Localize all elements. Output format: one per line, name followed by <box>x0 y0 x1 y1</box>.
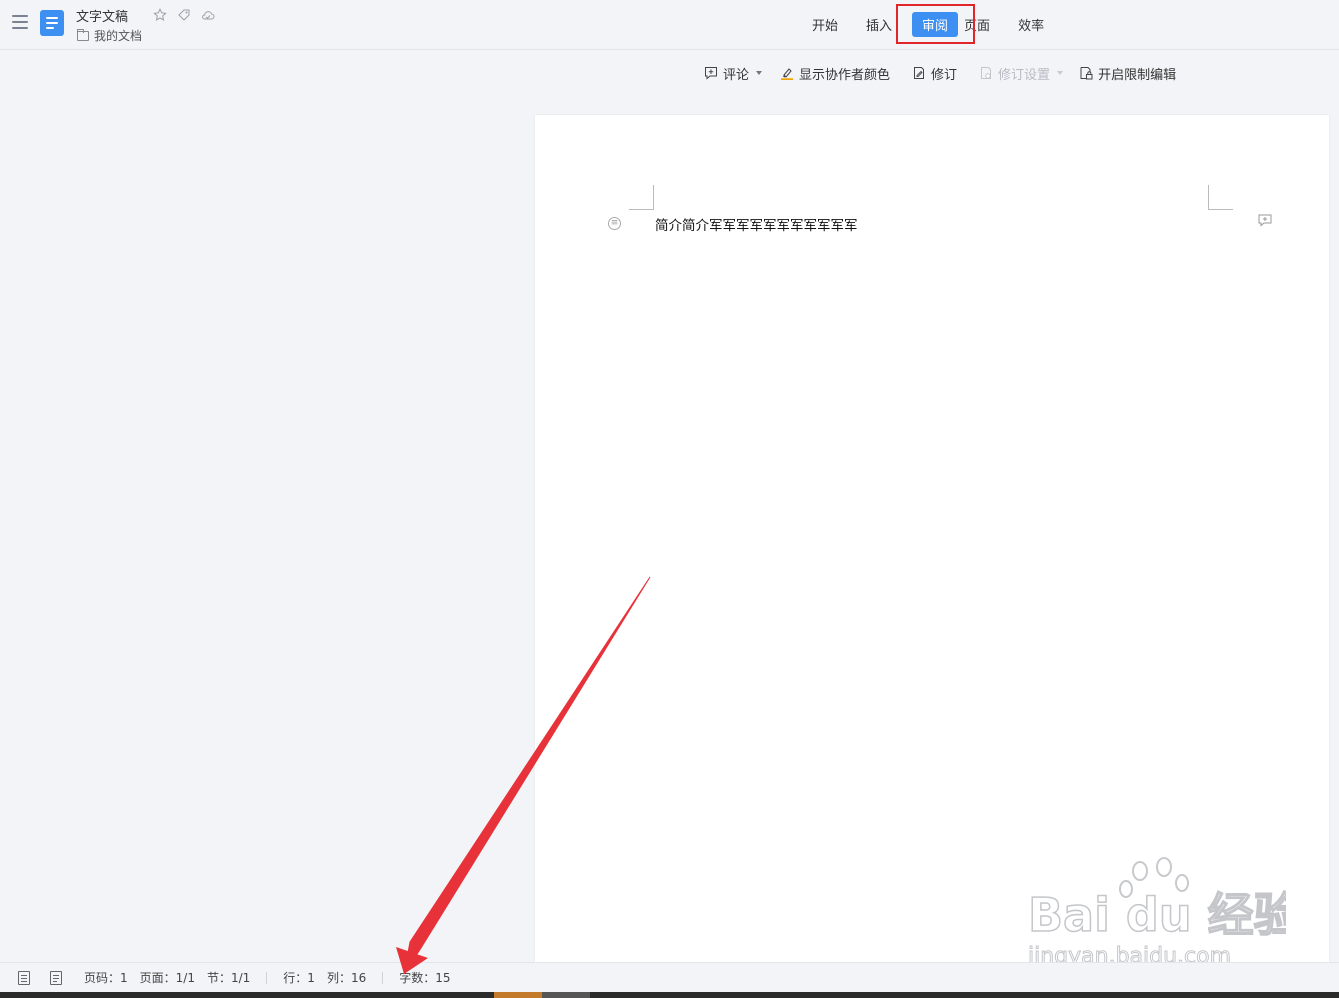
paragraph-handle-icon[interactable]: ≡ <box>608 217 621 230</box>
folder-breadcrumb[interactable]: 我的文档 <box>77 27 142 44</box>
status-page-count: 页面：1/1 <box>139 971 195 985</box>
document-title[interactable]: 文字文稿 <box>76 6 128 25</box>
document-app-icon <box>40 10 64 36</box>
star-icon[interactable] <box>153 8 167 22</box>
lock-document-icon <box>1079 66 1093 80</box>
restrict-editing-label: 开启限制编辑 <box>1098 67 1177 83</box>
chevron-down-icon <box>1057 71 1064 75</box>
revise-settings-button[interactable]: 修订设置 <box>979 64 1064 83</box>
tab-efficiency[interactable]: 效率 <box>1010 12 1052 37</box>
document-page[interactable]: ≡ 简介简介军军军军军军军军军军军 <box>535 115 1329 962</box>
restrict-editing-button[interactable]: 开启限制编辑 <box>1079 64 1176 83</box>
margin-corner-top-right <box>1208 185 1233 210</box>
margin-corner-top-left <box>629 185 654 210</box>
add-comment-icon <box>704 66 718 80</box>
cloud-sync-icon[interactable] <box>201 8 215 22</box>
status-column: 列：16 <box>326 971 367 985</box>
folder-icon <box>77 28 89 41</box>
review-toolbar: 评论 显示协作者颜色 修订 修订设置 开启限制编辑 <box>704 62 1176 84</box>
settings-doc-icon <box>979 66 993 80</box>
folder-name: 我的文档 <box>94 29 143 43</box>
page-view-icon[interactable] <box>18 970 30 985</box>
revise-label: 修订 <box>931 67 958 83</box>
document-text[interactable]: 简介简介军军军军军军军军军军军 <box>655 214 858 234</box>
status-row: 行：1 <box>283 971 315 985</box>
insert-comment-icon[interactable] <box>1258 214 1272 227</box>
revise-settings-label: 修订设置 <box>998 67 1051 83</box>
header-bar: 文字文稿 我的文档 开始 插入 审阅 页面 效率 <box>0 0 1339 50</box>
menu-icon[interactable] <box>12 15 28 29</box>
outline-view-icon[interactable] <box>50 970 62 985</box>
highlighter-icon <box>780 66 794 80</box>
status-separator <box>266 971 268 984</box>
status-section: 节：1/1 <box>206 971 251 985</box>
watermark-brand: Bai du 经验 <box>1028 888 1286 942</box>
show-collaborator-color-button[interactable]: 显示协作者颜色 <box>780 64 890 83</box>
review-tab-highlight-box <box>896 4 975 44</box>
status-bar: 页码：1 页面：1/1 节：1/1 行：1 列：16 字数：15 <box>0 962 1339 992</box>
taskbar-strip <box>0 992 1339 998</box>
baidu-jingyan-watermark: Bai du 经验 jingyan.baidu.com <box>1026 855 1300 970</box>
status-word-count[interactable]: 字数：15 <box>399 969 450 986</box>
status-separator <box>382 971 384 984</box>
revise-icon <box>912 66 926 80</box>
tab-start[interactable]: 开始 <box>804 12 846 37</box>
revise-button[interactable]: 修订 <box>912 64 957 83</box>
comment-button[interactable]: 评论 <box>704 64 763 83</box>
comment-label: 评论 <box>723 67 750 83</box>
show-collaborator-color-label: 显示协作者颜色 <box>799 67 891 83</box>
tab-insert[interactable]: 插入 <box>858 12 900 37</box>
tag-icon[interactable] <box>177 8 191 22</box>
chevron-down-icon <box>756 71 763 75</box>
status-page-number: 页码：1 <box>84 971 128 985</box>
